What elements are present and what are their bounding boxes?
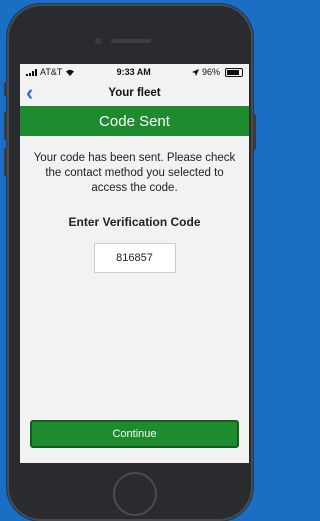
battery-icon (224, 67, 243, 77)
wifi-icon (66, 69, 75, 76)
signal-icon (26, 68, 37, 76)
nav-title: Your fleet (108, 87, 161, 99)
volume-up-button (4, 112, 7, 140)
status-bar: AT&T 9:33 AM 96% (20, 64, 249, 80)
navigation-bar: ‹ Your fleet (20, 80, 249, 106)
banner-title: Code Sent (99, 112, 170, 130)
volume-down-button (4, 148, 7, 176)
back-chevron-icon[interactable]: ‹ (26, 82, 33, 104)
verification-heading: Enter Verification Code (68, 215, 201, 229)
mute-switch (4, 82, 7, 96)
status-time: 9:33 AM (116, 67, 151, 77)
continue-button-label: Continue (112, 428, 157, 440)
carrier-label: AT&T (40, 67, 63, 77)
power-button (253, 114, 256, 150)
location-icon (191, 68, 199, 76)
verification-code-value: 816857 (116, 252, 153, 264)
earpiece-speaker (111, 39, 151, 43)
code-sent-banner: Code Sent (20, 106, 249, 136)
continue-button[interactable]: Continue (30, 420, 239, 448)
home-button[interactable] (113, 472, 157, 516)
app-screen: AT&T 9:33 AM 96% ‹ Your fleet Code Sent … (20, 64, 249, 463)
code-sent-message: Your code has been sent. Please check th… (33, 152, 236, 194)
verification-code-input[interactable]: 816857 (93, 243, 176, 273)
battery-percentage: 96% (201, 67, 220, 77)
front-camera (95, 38, 101, 44)
